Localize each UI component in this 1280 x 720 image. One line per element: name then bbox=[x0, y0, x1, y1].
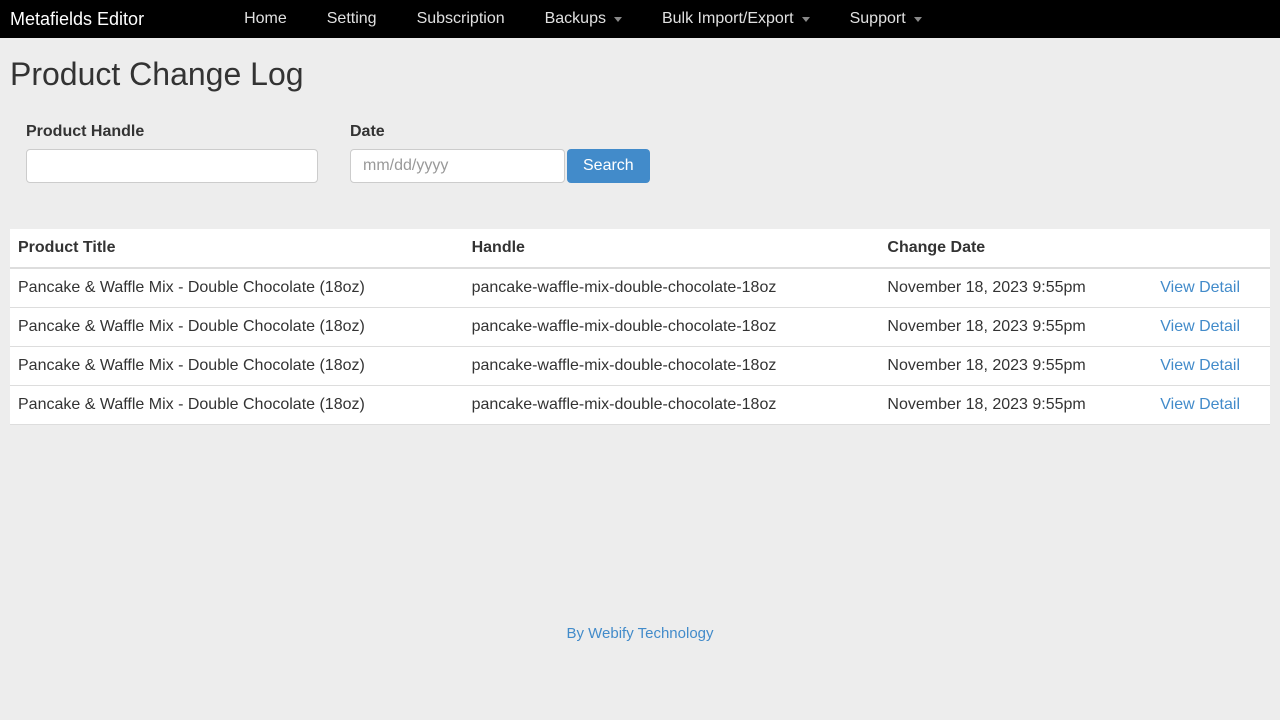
cell-handle: pancake-waffle-mix-double-chocolate-18oz bbox=[464, 347, 880, 386]
date-input[interactable] bbox=[350, 149, 565, 183]
nav-subscription[interactable]: Subscription bbox=[417, 10, 505, 28]
table-row: Pancake & Waffle Mix - Double Chocolate … bbox=[10, 268, 1270, 308]
nav-support[interactable]: Support bbox=[850, 10, 922, 28]
cell-product-title: Pancake & Waffle Mix - Double Chocolate … bbox=[10, 308, 464, 347]
nav-backups[interactable]: Backups bbox=[545, 10, 622, 28]
header-product-title: Product Title bbox=[10, 229, 464, 268]
handle-label: Product Handle bbox=[26, 123, 318, 141]
header-change-date: Change Date bbox=[879, 229, 1144, 268]
page-title: Product Change Log bbox=[0, 38, 1280, 93]
cell-action: View Detail bbox=[1144, 347, 1270, 386]
cell-action: View Detail bbox=[1144, 268, 1270, 308]
table-row: Pancake & Waffle Mix - Double Chocolate … bbox=[10, 347, 1270, 386]
header-action bbox=[1144, 229, 1270, 268]
date-label: Date bbox=[350, 123, 650, 141]
cell-change-date: November 18, 2023 9:55pm bbox=[879, 308, 1144, 347]
cell-action: View Detail bbox=[1144, 386, 1270, 425]
table-header-row: Product Title Handle Change Date bbox=[10, 229, 1270, 268]
filter-group-handle: Product Handle bbox=[26, 123, 318, 183]
filter-section: Product Handle Date Search bbox=[0, 93, 1280, 183]
navbar-brand[interactable]: Metafields Editor bbox=[10, 9, 144, 30]
date-search-row: Search bbox=[350, 149, 650, 183]
nav-home[interactable]: Home bbox=[244, 10, 287, 28]
search-button[interactable]: Search bbox=[567, 149, 650, 183]
nav-backups-label: Backups bbox=[545, 10, 606, 28]
footer-link[interactable]: By Webify Technology bbox=[566, 625, 713, 642]
table-container: Product Title Handle Change Date Pancake… bbox=[10, 229, 1270, 425]
chevron-down-icon bbox=[802, 17, 810, 22]
nav-bulk-label: Bulk Import/Export bbox=[662, 10, 794, 28]
navbar-nav: Home Setting Subscription Backups Bulk I… bbox=[244, 10, 922, 28]
cell-product-title: Pancake & Waffle Mix - Double Chocolate … bbox=[10, 386, 464, 425]
nav-support-label: Support bbox=[850, 10, 906, 28]
cell-change-date: November 18, 2023 9:55pm bbox=[879, 386, 1144, 425]
nav-setting[interactable]: Setting bbox=[327, 10, 377, 28]
chevron-down-icon bbox=[914, 17, 922, 22]
chevron-down-icon bbox=[614, 17, 622, 22]
cell-action: View Detail bbox=[1144, 308, 1270, 347]
footer: By Webify Technology bbox=[0, 625, 1280, 643]
header-handle: Handle bbox=[464, 229, 880, 268]
change-log-table: Product Title Handle Change Date Pancake… bbox=[10, 229, 1270, 425]
view-detail-link[interactable]: View Detail bbox=[1160, 396, 1240, 413]
product-handle-input[interactable] bbox=[26, 149, 318, 183]
view-detail-link[interactable]: View Detail bbox=[1160, 357, 1240, 374]
nav-bulk-import-export[interactable]: Bulk Import/Export bbox=[662, 10, 810, 28]
cell-change-date: November 18, 2023 9:55pm bbox=[879, 347, 1144, 386]
view-detail-link[interactable]: View Detail bbox=[1160, 318, 1240, 335]
navbar: Metafields Editor Home Setting Subscript… bbox=[0, 0, 1280, 38]
cell-change-date: November 18, 2023 9:55pm bbox=[879, 268, 1144, 308]
cell-product-title: Pancake & Waffle Mix - Double Chocolate … bbox=[10, 268, 464, 308]
table-row: Pancake & Waffle Mix - Double Chocolate … bbox=[10, 386, 1270, 425]
cell-handle: pancake-waffle-mix-double-chocolate-18oz bbox=[464, 308, 880, 347]
table-row: Pancake & Waffle Mix - Double Chocolate … bbox=[10, 308, 1270, 347]
cell-handle: pancake-waffle-mix-double-chocolate-18oz bbox=[464, 386, 880, 425]
cell-handle: pancake-waffle-mix-double-chocolate-18oz bbox=[464, 268, 880, 308]
filter-group-date: Date Search bbox=[350, 123, 650, 183]
cell-product-title: Pancake & Waffle Mix - Double Chocolate … bbox=[10, 347, 464, 386]
view-detail-link[interactable]: View Detail bbox=[1160, 279, 1240, 296]
